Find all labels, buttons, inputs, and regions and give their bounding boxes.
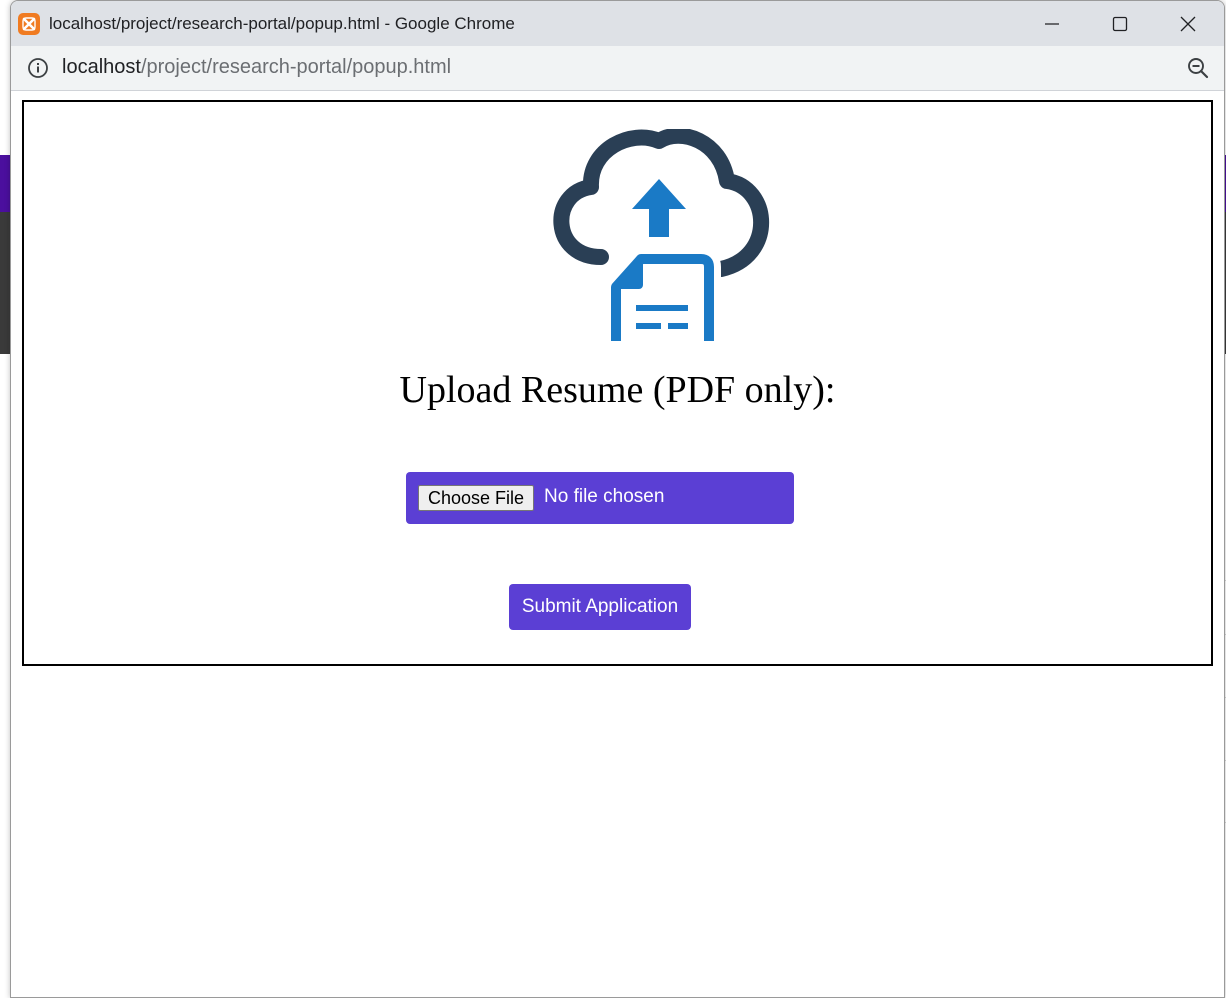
submit-application-button[interactable]: Submit Application (509, 584, 691, 630)
upload-form-panel: Upload Resume (PDF only): Choose File No… (22, 100, 1213, 666)
minimize-button[interactable] (1018, 1, 1086, 46)
close-button[interactable] (1154, 1, 1222, 46)
close-icon (1180, 16, 1196, 31)
minimize-icon (1045, 22, 1059, 25)
file-status-text: No file chosen (544, 486, 665, 507)
maximize-icon (1112, 16, 1128, 31)
file-input[interactable]: Choose File No file chosen (406, 472, 794, 524)
zoom-icon[interactable] (1186, 56, 1210, 80)
maximize-button[interactable] (1086, 1, 1154, 46)
choose-file-button[interactable]: Choose File (418, 485, 535, 511)
url-path: /project/research-portal/popup.html (140, 56, 452, 78)
page-content: Upload Resume (PDF only): Choose File No… (11, 91, 1224, 997)
xampp-app-icon (18, 13, 40, 35)
address-bar[interactable]: localhost/project/research-portal/popup.… (11, 46, 1224, 91)
url-host: localhost (62, 56, 141, 78)
window-title: localhost/project/research-portal/popup.… (49, 14, 515, 33)
upload-heading: Upload Resume (PDF only): (399, 369, 836, 411)
title-bar[interactable]: localhost/project/research-portal/popup.… (11, 1, 1224, 46)
cloud-upload-document-icon (553, 129, 770, 341)
popup-window: localhost/project/research-portal/popup.… (10, 0, 1225, 998)
info-icon[interactable] (27, 57, 49, 79)
url-text[interactable]: localhost/project/research-portal/popup.… (62, 56, 451, 79)
